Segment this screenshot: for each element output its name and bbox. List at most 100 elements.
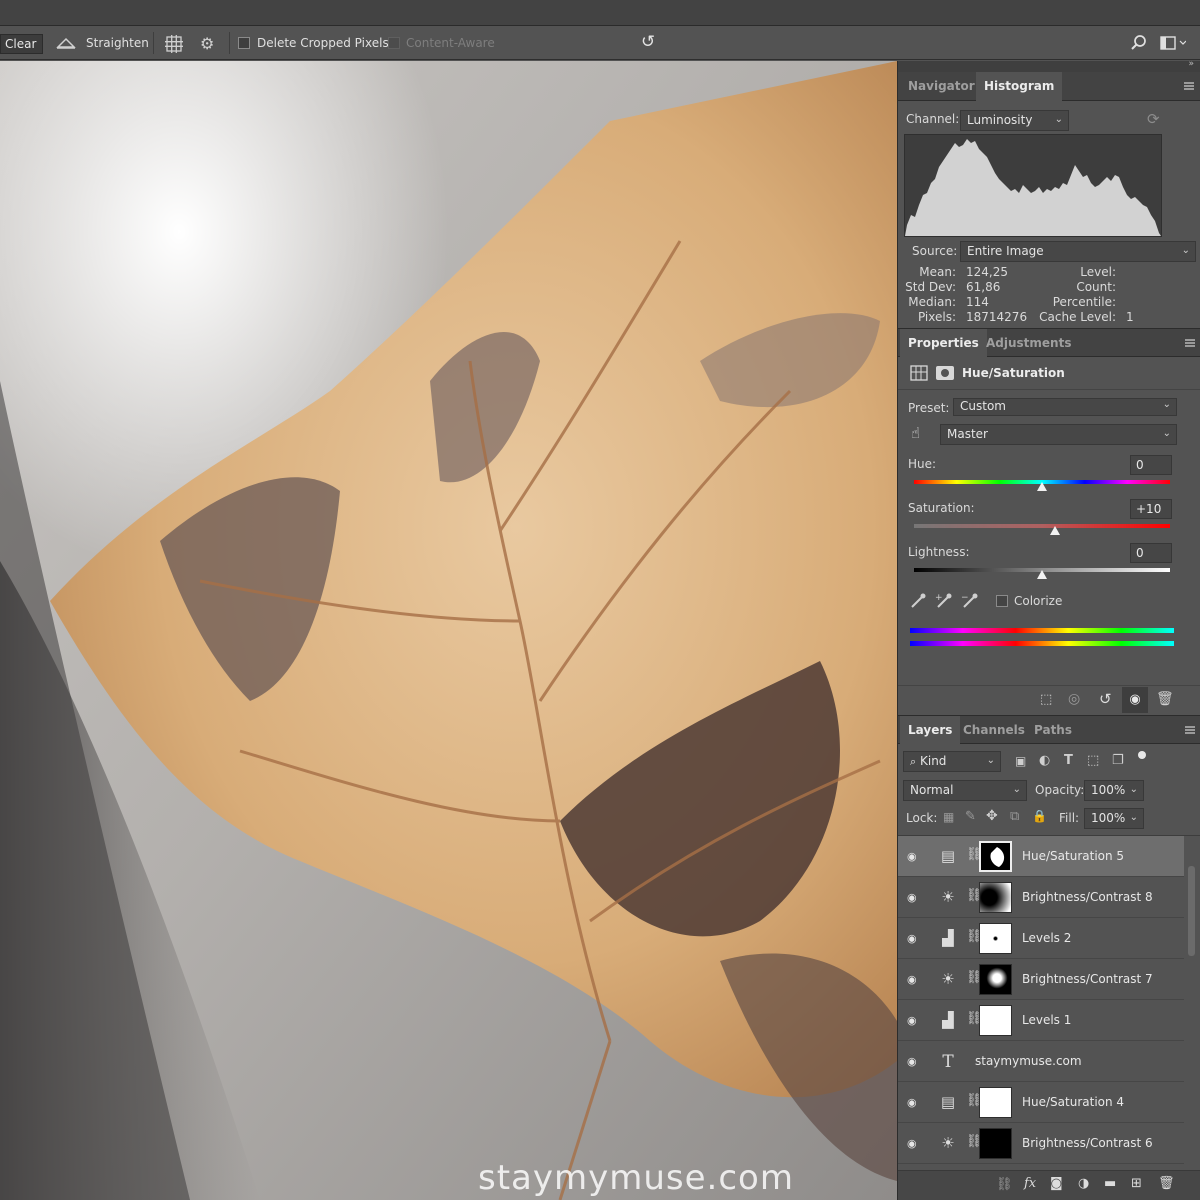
layer-mask-thumbnail[interactable]: [979, 923, 1012, 954]
filter-smart-object-icon[interactable]: ❐: [1112, 753, 1124, 768]
settings-gear-icon[interactable]: ⚙: [200, 36, 214, 52]
target-adjustment-hand-icon[interactable]: ☝: [911, 424, 920, 442]
reset-adjustment-icon[interactable]: ↺: [1099, 690, 1112, 708]
reset-icon[interactable]: ↺: [641, 32, 655, 52]
kind-filter-dropdown[interactable]: ⌕ Kind ⌄: [903, 751, 1001, 772]
lock-image-brush-icon[interactable]: ✎: [965, 809, 976, 824]
options-bar: Clear Straighten ⚙ Delete Cropped Pixels…: [0, 26, 1200, 60]
canvas-watermark-text: staymymuse.com: [478, 1158, 794, 1198]
range-dropdown[interactable]: Master ⌄: [940, 424, 1177, 445]
layers-scrollbar[interactable]: [1188, 866, 1195, 956]
grid-overlay-icon[interactable]: [165, 35, 183, 56]
layer-row[interactable]: ◉ ▤ ⛓ Hue/Saturation 5: [898, 836, 1184, 877]
visibility-toggle-icon[interactable]: ◉: [1122, 687, 1148, 713]
panel-menu-icon[interactable]: [1185, 339, 1195, 347]
channel-dropdown[interactable]: Luminosity ⌄: [960, 110, 1069, 131]
layer-row[interactable]: ◉ ▤ ⛓ Hue/Saturation 4: [898, 1082, 1184, 1123]
filter-toggle-icon[interactable]: [1138, 751, 1146, 759]
options-separator: [153, 32, 154, 54]
collapse-arrows-icon[interactable]: »: [1188, 59, 1194, 69]
panel-collapse-bar[interactable]: »: [898, 59, 1200, 72]
blend-mode-dropdown[interactable]: Normal ⌄: [903, 780, 1027, 801]
eye-icon[interactable]: ◉: [907, 1014, 917, 1027]
layer-row[interactable]: ◉ ☀ ⛓ Brightness/Contrast 6: [898, 1123, 1184, 1164]
tab-properties[interactable]: Properties: [900, 329, 987, 358]
layer-row[interactable]: ◉ T staymymuse.com: [898, 1041, 1184, 1082]
tab-navigator[interactable]: Navigator: [900, 72, 983, 101]
opacity-field[interactable]: 100% ⌄: [1084, 780, 1144, 801]
layers-panel-body: ⌕ Kind ⌄ ▣ ◐ T ⬚ ❐ Normal ⌄ Opacity: 100…: [898, 745, 1200, 1200]
panel-menu-icon[interactable]: [1184, 82, 1194, 90]
layer-mask-thumbnail[interactable]: [979, 882, 1012, 913]
lock-position-icon[interactable]: ✥: [986, 808, 998, 824]
eyedropper-minus-icon[interactable]: −: [961, 592, 979, 613]
layer-mask-thumbnail[interactable]: [979, 1128, 1012, 1159]
tab-adjustments[interactable]: Adjustments: [978, 329, 1079, 358]
eye-icon[interactable]: ◉: [907, 1137, 917, 1150]
layer-mask-icon[interactable]: [936, 366, 954, 380]
eyedropper-plus-icon[interactable]: +: [935, 592, 953, 613]
workspace-icon[interactable]: [1160, 36, 1187, 53]
new-group-folder-icon[interactable]: ▬: [1104, 1176, 1116, 1191]
tab-paths[interactable]: Paths: [1026, 716, 1080, 745]
preset-dropdown[interactable]: Custom ⌄: [953, 398, 1177, 416]
layer-mask-thumbnail[interactable]: [979, 1087, 1012, 1118]
saturation-slider-thumb[interactable]: [1049, 526, 1060, 535]
layer-mask-thumbnail[interactable]: [979, 841, 1012, 872]
filter-pixel-icon[interactable]: ▣: [1015, 754, 1026, 768]
straighten-icon[interactable]: [56, 35, 76, 54]
filter-adjustment-icon[interactable]: ◐: [1039, 753, 1050, 768]
layer-row[interactable]: ◉ ▟ ⛓ Levels 2: [898, 918, 1184, 959]
tab-histogram[interactable]: Histogram: [976, 72, 1063, 101]
saturation-slider-track[interactable]: [914, 524, 1170, 528]
layer-row[interactable]: ◉ ☀ ⛓ Brightness/Contrast 7: [898, 959, 1184, 1000]
layer-row[interactable]: ◉ ☀ ⛓ Brightness/Contrast 8: [898, 877, 1184, 918]
eye-icon[interactable]: ◉: [907, 932, 917, 945]
eye-icon[interactable]: ◉: [907, 1096, 917, 1109]
filter-shape-icon[interactable]: ⬚: [1087, 753, 1099, 768]
add-mask-icon[interactable]: ◙: [1050, 1176, 1063, 1191]
eye-icon[interactable]: ◉: [907, 850, 917, 863]
color-range-bar-bottom: [910, 641, 1174, 646]
layer-style-fx-icon[interactable]: fx: [1024, 1176, 1036, 1191]
hue-slider-thumb[interactable]: [1037, 482, 1047, 491]
lock-transparent-icon[interactable]: ▦: [943, 810, 954, 824]
link-layers-icon[interactable]: ⛓: [996, 1177, 1013, 1192]
content-aware-checkbox[interactable]: [388, 37, 400, 49]
layer-row[interactable]: ◉ ▟ ⛓ Levels 1: [898, 1000, 1184, 1041]
eye-icon[interactable]: ◉: [907, 1055, 917, 1068]
lock-all-icon[interactable]: 🔒: [1032, 809, 1047, 823]
eye-icon[interactable]: ◉: [907, 891, 917, 904]
new-adjustment-icon[interactable]: ◑: [1078, 1176, 1089, 1191]
document-canvas[interactable]: staymymuse.com: [0, 61, 897, 1200]
view-previous-icon[interactable]: ◎: [1068, 691, 1080, 707]
layer-mask-thumbnail[interactable]: [979, 964, 1012, 995]
tab-layers[interactable]: Layers: [900, 716, 961, 745]
delete-cropped-checkbox[interactable]: [238, 37, 250, 49]
saturation-input[interactable]: +10: [1130, 499, 1172, 519]
lock-artboard-icon[interactable]: ⧉: [1010, 809, 1019, 824]
filter-type-icon[interactable]: T: [1064, 753, 1073, 768]
straighten-label[interactable]: Straighten: [86, 36, 149, 50]
delete-adjustment-icon[interactable]: 🗑: [1156, 691, 1174, 707]
eyedropper-icon[interactable]: [909, 592, 927, 613]
source-dropdown[interactable]: Entire Image ⌄: [960, 241, 1196, 262]
refresh-icon[interactable]: ⟳: [1147, 110, 1160, 128]
panel-menu-icon[interactable]: [1185, 726, 1195, 734]
hue-input[interactable]: 0: [1130, 455, 1172, 475]
lightness-input[interactable]: 0: [1130, 543, 1172, 563]
layer-name: Brightness/Contrast 6: [1022, 1136, 1153, 1150]
new-layer-icon[interactable]: ⊞: [1131, 1176, 1142, 1191]
clip-to-layer-icon[interactable]: ⬚: [1040, 692, 1052, 707]
colorize-checkbox[interactable]: [996, 595, 1008, 607]
layer-mask-thumbnail[interactable]: [979, 1005, 1012, 1036]
chevron-down-icon: ⌄: [1054, 114, 1063, 125]
search-icon[interactable]: [1130, 34, 1148, 55]
clear-button[interactable]: Clear: [0, 34, 43, 54]
eye-icon[interactable]: ◉: [907, 973, 917, 986]
lightness-slider-thumb[interactable]: [1037, 570, 1047, 579]
fill-field[interactable]: 100% ⌄: [1084, 808, 1144, 829]
stat-level-label: Level:: [1080, 265, 1116, 279]
delete-layer-icon[interactable]: 🗑: [1158, 1176, 1175, 1191]
tab-channels[interactable]: Channels: [955, 716, 1033, 745]
